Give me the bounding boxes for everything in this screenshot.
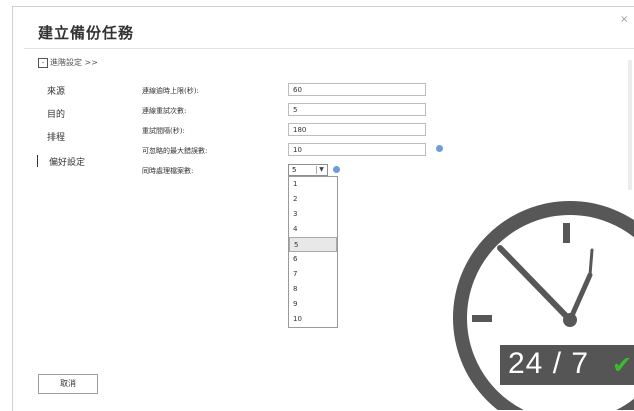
timeout-label: 連線逾時上限(秒): [142, 87, 199, 95]
sidebar-item-preferences[interactable]: 偏好設定 [37, 155, 85, 168]
select-dropdown-list: 1 2 3 4 5 6 7 8 9 10 [288, 176, 338, 328]
retry-interval-input[interactable]: 180 [288, 123, 426, 136]
dropdown-option[interactable]: 10 [289, 312, 337, 327]
timeout-input[interactable]: 60 [288, 83, 426, 96]
badge-text: 24 / 7 [508, 347, 590, 380]
max-errors-label: 可忽略的最大錯誤數: [142, 147, 208, 155]
sidebar-item-source[interactable]: 來源 [47, 84, 65, 97]
dropdown-option-highlighted[interactable]: 5 [289, 237, 337, 252]
scrollbar[interactable] [628, 60, 632, 190]
advanced-settings-label: 進階設定 >> [50, 58, 98, 67]
dropdown-option[interactable]: 9 [289, 297, 337, 312]
dropdown-option[interactable]: 2 [289, 192, 337, 207]
close-icon[interactable]: × [620, 14, 628, 25]
sidebar-item-destination[interactable]: 目的 [47, 107, 65, 120]
dropdown-option[interactable]: 6 [289, 252, 337, 267]
title-divider [24, 48, 634, 49]
retry-interval-label: 重試間隔(秒): [142, 127, 185, 135]
retry-count-input[interactable]: 5 [288, 103, 426, 116]
cancel-button[interactable]: 取消 [38, 374, 98, 394]
help-icon[interactable] [333, 166, 340, 173]
concurrent-files-select[interactable]: 5 ▼ [288, 164, 328, 176]
help-icon[interactable] [436, 145, 443, 152]
sidebar-item-label: 偏好設定 [49, 158, 86, 168]
dropdown-option[interactable]: 7 [289, 267, 337, 282]
dropdown-option[interactable]: 1 [289, 177, 337, 192]
dropdown-option[interactable]: 3 [289, 207, 337, 222]
max-errors-input[interactable]: 10 [288, 143, 426, 156]
checkmark-icon: ✔ [612, 351, 633, 379]
concurrent-files-label: 同時處理檔案數: [142, 167, 194, 175]
dropdown-option[interactable]: 8 [289, 282, 337, 297]
advanced-settings-toggle[interactable]: - 進階設定 >> [38, 57, 98, 68]
dialog-title: 建立備份任務 [38, 24, 135, 42]
dropdown-option[interactable]: 4 [289, 222, 337, 237]
select-value: 5 [292, 166, 297, 174]
retry-count-label: 連線重試次數: [142, 107, 187, 115]
collapse-icon: - [38, 57, 48, 68]
chevron-down-icon[interactable]: ▼ [316, 166, 326, 174]
sidebar-item-schedule[interactable]: 排程 [47, 130, 65, 143]
availability-badge: 24 / 7 ✔ [500, 345, 634, 385]
